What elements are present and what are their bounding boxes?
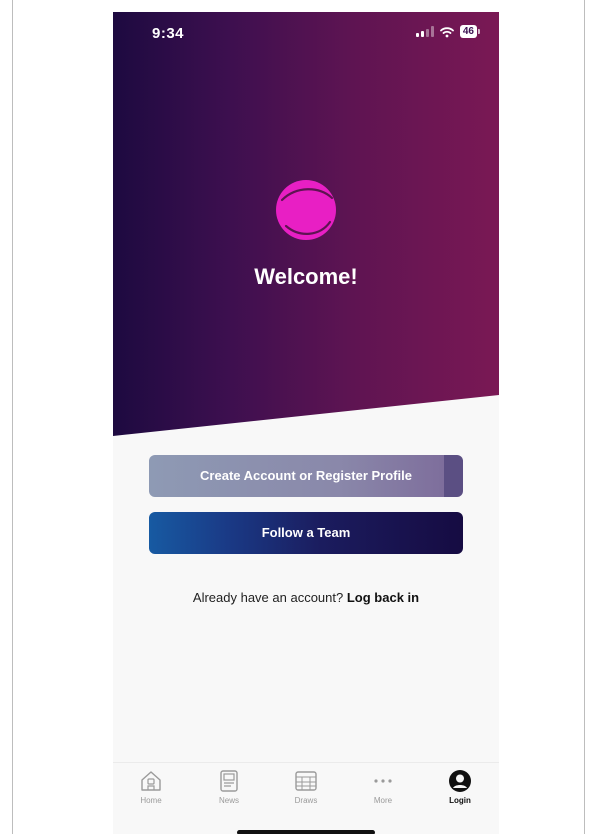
status-icons: 46 [415,25,481,38]
news-icon [220,770,238,792]
frame-border-left [12,0,13,834]
tab-more-label: More [373,796,393,805]
more-icon [374,779,392,783]
login-prompt-text: Already have an account? [192,590,344,605]
tab-login-label: Login [449,796,471,805]
log-back-in-link[interactable]: Log back in [347,590,419,605]
home-icon [141,771,161,791]
status-time: 9:34 [152,25,185,42]
draws-icon [295,771,317,791]
home-indicator [237,830,375,834]
signal-icon [415,26,434,37]
tab-news-label: News [218,796,239,805]
create-account-button[interactable]: Create Account or Register Profile [149,455,463,497]
user-icon [449,770,471,792]
wifi-icon [439,26,454,37]
brand-ball-icon [276,180,336,240]
login-prompt: Already have an account? Log back in [113,590,499,605]
tab-draws-label: Draws [294,796,318,805]
tab-home[interactable]: Home [121,769,181,805]
hero-banner: 9:34 46 Welcome! [113,12,499,436]
bottom-tab-bar: Home News Draws More Login [113,762,499,823]
frame-border-right [584,0,585,834]
tab-login[interactable]: Login [430,769,490,805]
tab-news[interactable]: News [199,769,259,805]
tab-home-label: Home [140,796,162,805]
battery-icon: 46 [459,25,481,38]
tab-more[interactable]: More [353,769,413,805]
follow-team-button[interactable]: Follow a Team [149,512,463,554]
welcome-heading: Welcome! [254,264,358,289]
tab-draws[interactable]: Draws [276,769,336,805]
phone-screen: 9:34 46 Welcome! Create Account or Regis… [113,12,499,834]
